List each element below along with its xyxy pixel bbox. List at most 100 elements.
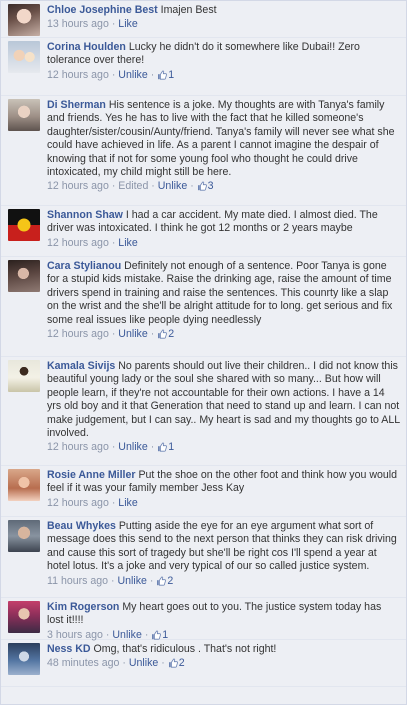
timestamp[interactable]: 12 hours ago xyxy=(47,237,109,249)
comment-item: Corina Houlden Lucky he didn't do it som… xyxy=(1,38,406,96)
comment-item: Rosie Anne Miller Put the shoe on the ot… xyxy=(1,466,406,517)
commenter-name[interactable]: Di Sherman xyxy=(47,99,106,111)
comment-body: Beau Whykes Putting aside the eye for an… xyxy=(47,520,400,594)
commenter-name[interactable]: Kamala Sivijs xyxy=(47,360,115,372)
comment-meta: 11 hours ago · Unlike · 2 xyxy=(47,575,400,590)
commenter-name[interactable]: Kim Rogerson xyxy=(47,601,119,613)
like-count[interactable]: 2 xyxy=(168,657,185,669)
timestamp[interactable]: 3 hours ago xyxy=(47,629,103,641)
meta-separator: · xyxy=(190,180,194,193)
like-count[interactable]: 3 xyxy=(197,180,214,192)
thumbs-up-icon xyxy=(157,70,168,84)
commenter-name[interactable]: Beau Whykes xyxy=(47,520,116,532)
commenter-name[interactable]: Chloe Josephine Best xyxy=(47,4,158,16)
like-count-number: 1 xyxy=(162,628,169,641)
like-link[interactable]: Like xyxy=(118,237,137,249)
commenter-name[interactable]: Cara Stylianou xyxy=(47,260,121,272)
like-count-number: 2 xyxy=(168,328,175,341)
avatar[interactable] xyxy=(8,41,40,73)
comment-meta: 48 minutes ago · Unlike · 2 xyxy=(47,657,400,672)
comment-item: Chloe Josephine Best Imajen Best 13 hours… xyxy=(1,1,406,38)
meta-separator: · xyxy=(111,328,116,341)
timestamp[interactable]: 12 hours ago xyxy=(47,328,109,340)
comment-item: Shannon Shaw I had a car accident. My ma… xyxy=(1,206,406,257)
meta-separator: · xyxy=(150,328,155,341)
aboriginal-flag-avatar[interactable] xyxy=(8,209,40,241)
meta-separator: · xyxy=(111,574,115,587)
like-link[interactable]: Like xyxy=(118,497,137,509)
timestamp[interactable]: 48 minutes ago xyxy=(47,657,119,669)
comment-list: Chloe Josephine Best Imajen Best 13 hours… xyxy=(0,0,407,705)
comment-text: Omg, that's ridiculous . That's not righ… xyxy=(93,643,277,655)
comment-body: Chloe Josephine Best Imajen Best 13 hours… xyxy=(47,4,400,34)
avatar[interactable] xyxy=(8,99,40,131)
thumbs-up-icon xyxy=(197,181,207,195)
comment-body: Corina Houlden Lucky he didn't do it som… xyxy=(47,41,400,92)
avatar[interactable] xyxy=(8,360,40,392)
comment-body: Cara Stylianou Definitely not enough of … xyxy=(47,260,400,353)
comment-meta: 12 hours ago · Unlike · 1 xyxy=(47,69,400,84)
meta-separator: · xyxy=(111,496,116,509)
meta-separator: · xyxy=(144,628,149,641)
comment-body: Kim Rogerson My heart goes out to you. T… xyxy=(47,601,400,641)
avatar[interactable] xyxy=(8,469,40,501)
avatar[interactable] xyxy=(8,643,40,675)
timestamp[interactable]: 12 hours ago xyxy=(47,497,109,509)
comment-meta: 12 hours ago · Unlike · 1 xyxy=(47,441,400,456)
meta-separator: · xyxy=(151,180,155,193)
unlike-link[interactable]: Unlike xyxy=(129,657,158,669)
like-count-number: 1 xyxy=(168,441,175,454)
like-count-number: 3 xyxy=(207,180,214,193)
comment-body: Shannon Shaw I had a car accident. My ma… xyxy=(47,209,400,253)
like-link[interactable]: Like xyxy=(118,18,137,30)
edited-label: Edited xyxy=(118,180,149,193)
comment-meta: 12 hours ago · Like xyxy=(47,237,400,250)
like-count-number: 2 xyxy=(178,657,185,670)
unlike-link[interactable]: Unlike xyxy=(118,69,147,81)
like-count[interactable]: 1 xyxy=(157,441,174,453)
thumbs-up-icon xyxy=(157,329,168,343)
commenter-name[interactable]: Rosie Anne Miller xyxy=(47,469,136,481)
like-count[interactable]: 1 xyxy=(151,629,168,641)
like-count[interactable]: 1 xyxy=(157,69,174,81)
timestamp[interactable]: 12 hours ago xyxy=(47,441,109,453)
unlike-link[interactable]: Unlike xyxy=(118,328,147,340)
unlike-link[interactable]: Unlike xyxy=(118,441,147,453)
comment-item: Kim Rogerson My heart goes out to you. T… xyxy=(1,598,406,641)
meta-separator: · xyxy=(150,441,155,454)
unlike-link[interactable]: Unlike xyxy=(158,180,187,192)
timestamp[interactable]: 13 hours ago xyxy=(47,18,109,30)
comment-meta: 13 hours ago · Like xyxy=(47,18,400,31)
like-count[interactable]: 2 xyxy=(156,575,173,587)
like-count[interactable]: 2 xyxy=(157,328,174,340)
comment-body: Kamala Sivijs No parents should out live… xyxy=(47,360,400,462)
avatar[interactable] xyxy=(8,520,40,552)
commenter-name[interactable]: Corina Houlden xyxy=(47,41,126,53)
thumbs-up-icon xyxy=(157,442,168,456)
meta-separator: · xyxy=(111,236,116,249)
avatar[interactable] xyxy=(8,4,40,36)
avatar[interactable] xyxy=(8,260,40,292)
comment-item: Ness KD Omg, that's ridiculous . That's … xyxy=(1,640,406,687)
like-count-number: 2 xyxy=(167,574,174,587)
comment-meta: 12 hours ago · Edited · Unlike · 3 xyxy=(47,180,400,195)
meta-separator: · xyxy=(111,441,116,454)
comment-text: Imajen Best xyxy=(160,4,217,16)
comment-item: Cara Stylianou Definitely not enough of … xyxy=(1,257,406,357)
unlike-link[interactable]: Unlike xyxy=(118,575,147,587)
comment-meta: 12 hours ago · Like xyxy=(47,497,400,510)
timestamp[interactable]: 12 hours ago xyxy=(47,180,109,192)
comment-item: Beau Whykes Putting aside the eye for an… xyxy=(1,517,406,598)
like-count-number: 1 xyxy=(168,68,175,81)
timestamp[interactable]: 11 hours ago xyxy=(47,575,108,587)
comment-meta: 12 hours ago · Unlike · 2 xyxy=(47,328,400,343)
unlike-link[interactable]: Unlike xyxy=(112,629,141,641)
commenter-name[interactable]: Shannon Shaw xyxy=(47,209,123,221)
meta-separator: · xyxy=(111,68,116,81)
meta-separator: · xyxy=(149,574,154,587)
commenter-name[interactable]: Ness KD xyxy=(47,643,91,655)
timestamp[interactable]: 12 hours ago xyxy=(47,69,109,81)
comment-body: Di Sherman His sentence is a joke. My th… xyxy=(47,99,400,202)
meta-separator: · xyxy=(111,180,116,193)
avatar[interactable] xyxy=(8,601,40,633)
